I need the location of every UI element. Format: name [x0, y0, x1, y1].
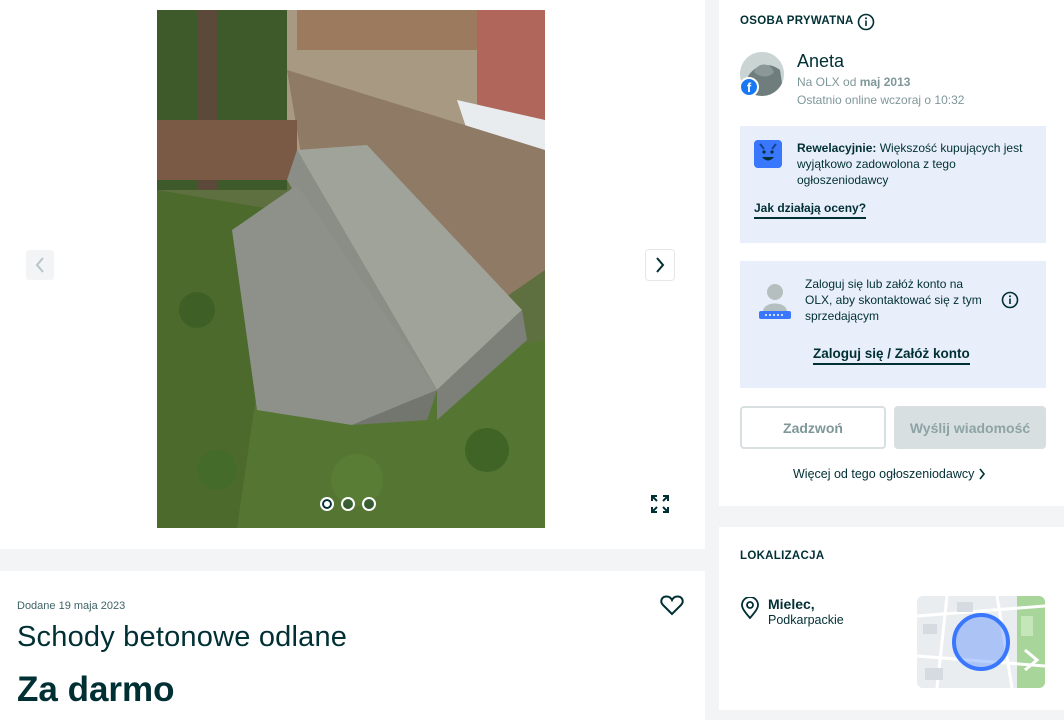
rating-text: Rewelacyjnie: Większość kupujących jest … — [797, 140, 1037, 188]
chevron-right-icon — [656, 257, 665, 273]
previous-image-button[interactable] — [26, 250, 54, 280]
location-pin-icon — [741, 597, 759, 619]
seller-since: Na OLX od maj 2013 — [797, 75, 910, 89]
login-prompt-text: Zaloguj się lub załóż konto na OLX, aby … — [805, 277, 982, 323]
image-gallery — [0, 0, 705, 549]
send-message-button[interactable]: Wyślij wiadomość — [894, 406, 1046, 449]
location-city: Mielec, — [768, 596, 815, 612]
login-prompt-box: Zaloguj się lub załóż konto na OLX, aby … — [740, 261, 1046, 388]
rating-bold: Rewelacyjnie: — [797, 141, 877, 155]
expand-icon — [651, 495, 669, 513]
favorite-button[interactable] — [660, 594, 686, 618]
ratings-info-link[interactable]: Jak działają oceny? — [754, 201, 867, 219]
facebook-icon: f — [739, 77, 759, 97]
rating-box: Rewelacyjnie: Większość kupujących jest … — [740, 126, 1046, 243]
login-register-link[interactable]: Zaloguj się / Załóż konto — [813, 346, 970, 365]
smile-icon — [754, 140, 782, 168]
listing-price: Za darmo — [17, 670, 175, 709]
seller-last-online: Ostatnio online wczoraj o 10:32 — [797, 93, 965, 107]
gallery-dot-3[interactable] — [362, 497, 376, 511]
gallery-dot-1[interactable] — [320, 497, 334, 511]
more-from-seller-link[interactable]: Więcej od tego ogłoszeniodawcy — [793, 467, 986, 481]
map-preview[interactable] — [917, 596, 1045, 688]
location-card: LOKALIZACJA Mielec, Podkarpackie — [719, 527, 1064, 710]
map-thumbnail — [917, 596, 1045, 688]
more-from-seller-label: Więcej od tego ogłoszeniodawcy — [793, 467, 975, 481]
location-region: Podkarpackie — [768, 613, 844, 627]
listing-title: Schody betonowe odlane — [17, 621, 348, 653]
gallery-dot-2[interactable] — [341, 497, 355, 511]
chevron-left-icon — [35, 257, 44, 273]
seller-name: Aneta — [797, 51, 845, 71]
info-icon[interactable] — [1001, 291, 1019, 309]
user-lock-icon — [759, 284, 791, 319]
gallery-dots — [320, 497, 376, 511]
call-button[interactable]: Zadzwoń — [740, 406, 886, 449]
chevron-right-small-icon — [979, 468, 986, 480]
heart-icon — [660, 595, 684, 616]
concrete-stairs-photo — [157, 10, 545, 528]
seller-card: OSOBA PRYWATNA f Aneta Na OLX od maj 201… — [719, 0, 1064, 506]
info-icon[interactable] — [857, 13, 875, 31]
next-image-button[interactable] — [646, 250, 674, 280]
seller-since-value: maj 2013 — [859, 75, 911, 89]
seller-type-label: OSOBA PRYWATNA — [740, 15, 854, 27]
listing-details: Dodane 19 maja 2023 Schody betonowe odla… — [0, 571, 705, 720]
date-added: Dodane 19 maja 2023 — [17, 600, 126, 612]
seller-since-prefix: Na OLX od — [797, 75, 860, 89]
listing-photo[interactable] — [157, 10, 545, 528]
location-label: LOKALIZACJA — [740, 550, 825, 562]
fullscreen-button[interactable] — [646, 490, 674, 518]
